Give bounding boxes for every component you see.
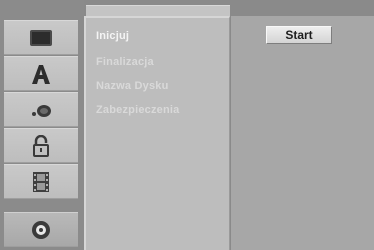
sidebar: [0, 0, 84, 250]
menu-item-inicjuj[interactable]: Inicjuj: [96, 30, 129, 42]
film-strip-icon: [32, 171, 50, 193]
sidebar-item-language[interactable]: [4, 56, 78, 91]
sidebar-item-disc[interactable]: [4, 212, 78, 247]
sidebar-item-display[interactable]: [4, 20, 78, 55]
sidebar-item-lock[interactable]: [4, 128, 78, 163]
menu-item-finalizacja[interactable]: Finalizacja: [96, 56, 154, 68]
disc-screen-icon: [29, 29, 53, 47]
padlock-icon: [31, 134, 51, 157]
sidebar-item-recording[interactable]: [4, 164, 78, 199]
menu-panel: Inicjuj Finalizacja Nazwa Dysku Zabezpie…: [84, 16, 230, 250]
menu-item-nazwa-dysku[interactable]: Nazwa Dysku: [96, 80, 169, 92]
start-button[interactable]: Start: [266, 26, 332, 44]
disc-setup-screen: Inicjuj Finalizacja Nazwa Dysku Zabezpie…: [0, 0, 374, 250]
menu-item-zabezpieczenia[interactable]: Zabezpieczenia: [96, 104, 180, 116]
options-panel: [231, 16, 374, 250]
disc-icon: [30, 219, 52, 241]
language-letter-a-icon: [31, 63, 51, 85]
audio-speaker-icon: [29, 101, 53, 119]
sidebar-item-audio[interactable]: [4, 92, 78, 127]
